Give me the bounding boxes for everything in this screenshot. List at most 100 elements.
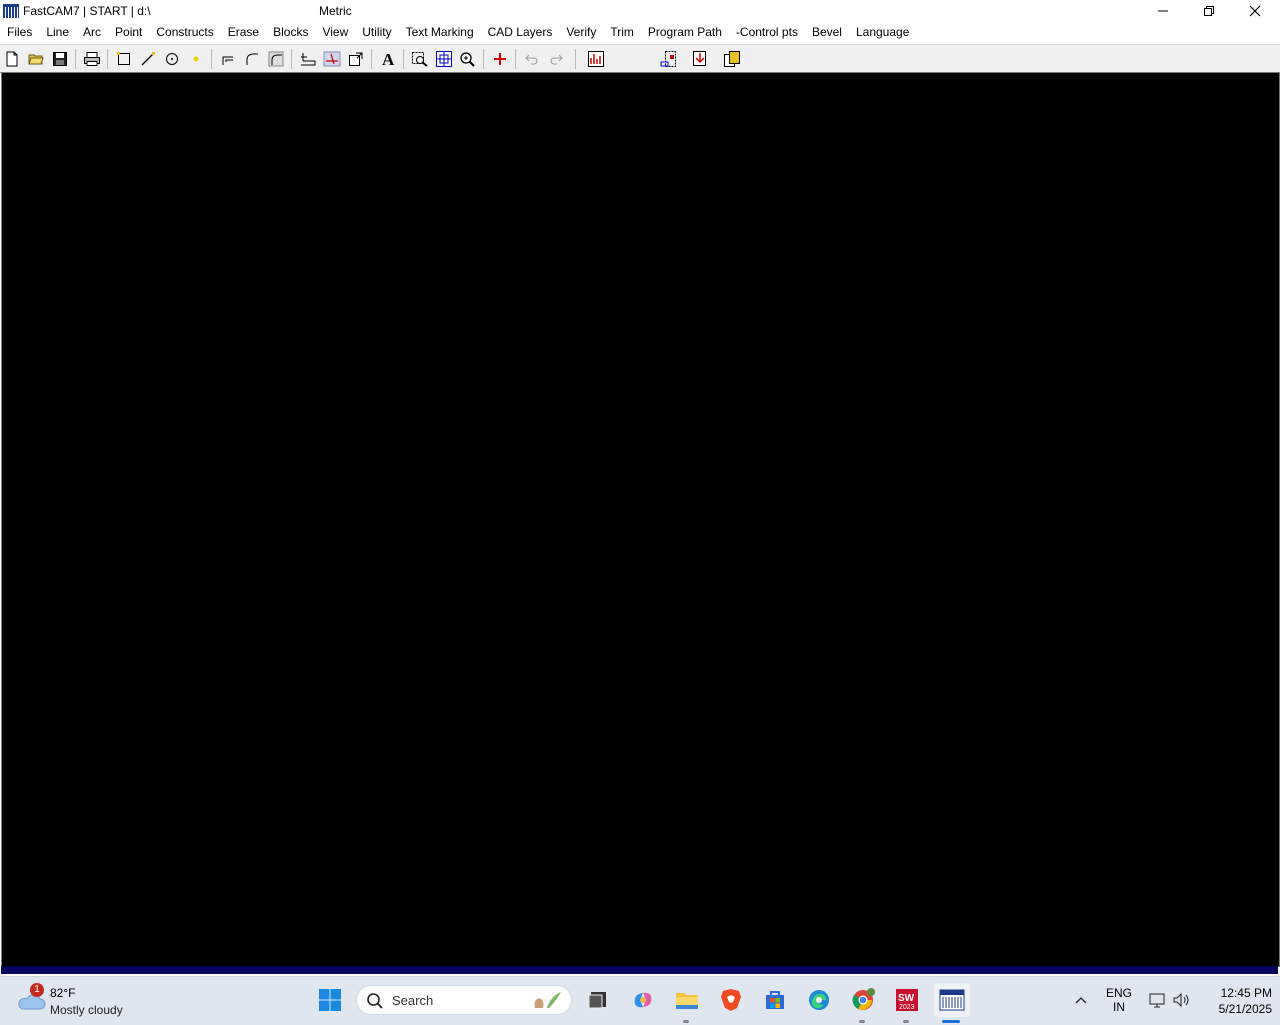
menu-program-path[interactable]: Program Path [641,22,729,43]
save-icon [53,52,67,66]
file-explorer-button[interactable] [672,985,702,1015]
export-icon [349,52,363,66]
language-region: IN [1113,1000,1125,1014]
taskbar-search[interactable]: Search [356,985,572,1015]
copilot-button[interactable] [628,985,658,1015]
circle-button[interactable] [161,48,183,70]
download-button[interactable] [689,48,711,70]
arc-corner-icon [268,51,284,67]
export-button[interactable] [345,48,367,70]
fillet-button[interactable] [241,48,263,70]
zoom-icon [460,52,475,67]
zoom-window-button[interactable] [409,48,431,70]
menu-erase[interactable]: Erase [221,22,266,43]
toolbar-separator [371,49,372,69]
menu-blocks[interactable]: Blocks [266,22,315,43]
zoom-window-icon [412,52,428,67]
brave-browser-button[interactable] [716,985,746,1015]
save-button[interactable] [49,48,71,70]
line-button[interactable] [137,48,159,70]
search-placeholder: Search [392,993,434,1008]
redo-button[interactable] [545,48,567,70]
origin-button[interactable] [489,48,511,70]
task-view-button[interactable] [583,985,613,1015]
copy-icon [724,51,740,67]
running-app-indicator [859,1020,865,1023]
volume-button[interactable] [1166,985,1196,1015]
menu-text-marking[interactable]: Text Marking [399,22,481,43]
search-icon [367,993,383,1009]
path-button[interactable] [297,48,319,70]
rectangle-icon [117,52,130,65]
toolbar-separator [483,49,484,69]
menu-cad-layers[interactable]: CAD Layers [481,22,560,43]
close-icon [1249,5,1261,17]
zoom-button[interactable] [457,48,479,70]
edge-browser-button[interactable] [804,985,834,1015]
break-button[interactable] [321,48,343,70]
menu-point[interactable]: Point [108,22,149,43]
toolbar-separator [515,49,516,69]
open-button[interactable] [25,48,47,70]
svg-text:2023: 2023 [899,1004,915,1011]
circle-icon [166,53,178,65]
svg-text:A: A [382,50,395,68]
menu-trim[interactable]: Trim [603,22,641,43]
menu-constructs[interactable]: Constructs [149,22,220,43]
zoom-all-icon [436,51,452,67]
menu-arc[interactable]: Arc [76,22,108,43]
clock[interactable]: 12:45 PM 5/21/2025 [1196,986,1272,1016]
toolbar-separator [107,49,108,69]
menu-utility[interactable]: Utility [355,22,398,43]
close-button[interactable] [1232,0,1278,22]
undo-button[interactable] [521,48,543,70]
zoom-all-button[interactable] [433,48,455,70]
copy-button[interactable] [721,48,743,70]
menu-control-pts[interactable]: -Control pts [729,22,805,43]
minimize-button[interactable] [1140,0,1186,22]
menu-line[interactable]: Line [39,22,76,43]
new-file-icon [6,51,18,67]
fillet-icon [246,53,258,65]
chrome-icon [852,988,875,1010]
weather-badge: 1 [30,983,44,997]
restore-button[interactable] [1186,0,1232,22]
menu-files[interactable]: Files [0,22,39,43]
toolbar-separator [75,49,76,69]
print-button[interactable] [81,48,103,70]
menu-verify[interactable]: Verify [559,22,603,43]
restore-icon [1204,6,1214,16]
store-icon [766,991,784,1009]
new-file-button[interactable] [1,48,23,70]
show-hidden-icons-button[interactable] [1066,985,1096,1015]
fastcam-app-icon[interactable] [3,4,19,18]
weather-widget[interactable]: 1 82°F Mostly cloudy [14,983,174,1019]
running-app-indicator [683,1020,689,1023]
menu-bevel[interactable]: Bevel [805,22,849,43]
clock-time: 12:45 PM [1220,986,1272,1000]
microsoft-store-button[interactable] [760,985,790,1015]
weather-condition: Mostly cloudy [50,1003,123,1017]
text-button[interactable]: A [377,48,399,70]
network-icon [1149,993,1165,1008]
menu-view[interactable]: View [315,22,355,43]
active-app-indicator [942,1020,960,1023]
point-button[interactable] [185,48,207,70]
language-indicator[interactable]: ENG IN [1100,986,1138,1014]
corner-button[interactable] [217,48,239,70]
folder-icon [676,993,698,1009]
nest-button[interactable] [657,48,679,70]
windows-start-icon [319,989,341,1011]
solidworks-button[interactable]: SW 2023 [892,985,922,1015]
taskbar: 1 82°F Mostly cloudy Search SW 2023 ENG … [0,976,1280,1025]
start-button[interactable] [315,985,345,1015]
arc-corner-button[interactable] [265,48,287,70]
language-code: ENG [1105,986,1132,1000]
menu-language[interactable]: Language [849,22,916,43]
chart-button[interactable] [585,48,607,70]
drawing-canvas[interactable] [1,72,1280,967]
weather-temperature: 82°F [50,986,76,1000]
rectangle-button[interactable] [113,48,135,70]
chrome-browser-button[interactable] [848,985,878,1015]
fastcam-taskbar-button[interactable] [934,983,970,1017]
